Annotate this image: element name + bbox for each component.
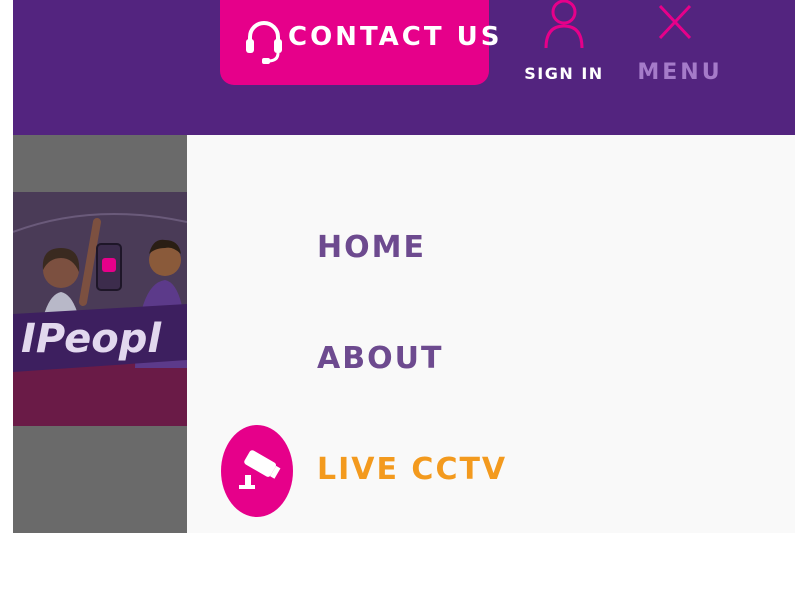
contact-us-button[interactable]: CONTACT US <box>220 0 500 85</box>
sign-in-label: SIGN IN <box>524 64 604 83</box>
headset-icon <box>244 17 284 67</box>
sign-in-button[interactable]: SIGN IN <box>516 0 612 100</box>
page-overlay[interactable]: IPeopl <box>13 135 187 533</box>
menu-toggle-button[interactable]: MENU <box>637 0 723 100</box>
navigation-drawer: HOME ABOUT LIVE CCTV <box>187 135 795 533</box>
hero-banner: IPeopl <box>13 192 187 426</box>
cctv-camera-icon <box>233 447 281 495</box>
user-icon <box>542 0 586 50</box>
nav-item-home[interactable]: HOME <box>317 230 426 265</box>
hero-banner-text: IPeopl <box>21 316 162 362</box>
menu-label: MENU <box>637 60 723 85</box>
top-header: CONTACT US SIGN IN MENU <box>13 0 795 135</box>
nav-item-about[interactable]: ABOUT <box>317 341 443 376</box>
cctv-badge[interactable] <box>221 425 293 517</box>
hero-illustration <box>13 192 187 426</box>
app-viewport: CONTACT US SIGN IN MENU IPeopl HOME ABOU… <box>13 0 795 533</box>
contact-us-label: CONTACT US <box>288 22 503 52</box>
nav-item-live-cctv[interactable]: LIVE CCTV <box>317 452 507 487</box>
close-icon <box>656 2 694 42</box>
